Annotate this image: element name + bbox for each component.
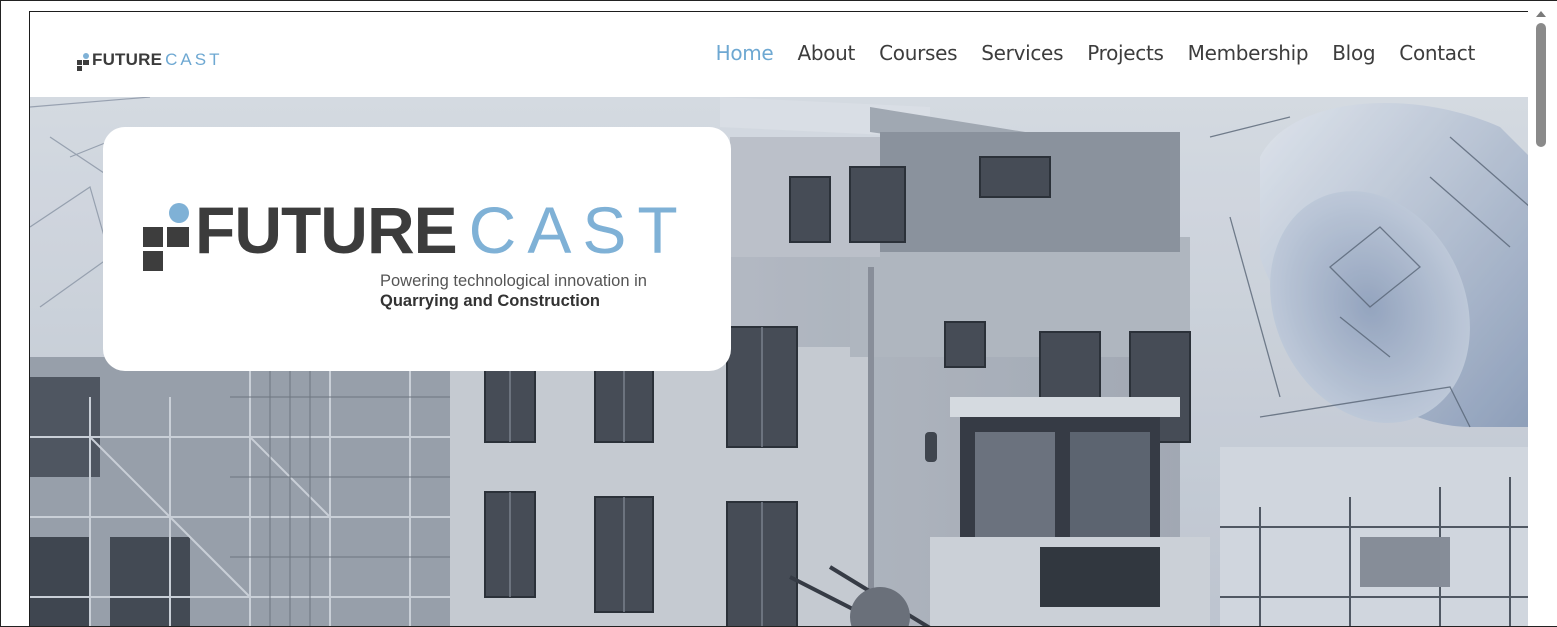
- nav-membership[interactable]: Membership: [1176, 40, 1321, 66]
- nav-about[interactable]: About: [785, 40, 867, 66]
- site-logo[interactable]: FUTURE CAST: [75, 44, 223, 71]
- page-scrollbar[interactable]: [1528, 11, 1557, 626]
- nav-services[interactable]: Services: [969, 40, 1075, 66]
- tagline-line-2: Quarrying and Construction: [380, 292, 601, 310]
- logo-mark-icon: [75, 48, 91, 71]
- scroll-thumb[interactable]: [1536, 23, 1546, 147]
- hero-logo: FUTURE CAST: [141, 197, 689, 281]
- nav-home[interactable]: Home: [704, 40, 786, 66]
- nav-projects[interactable]: Projects: [1075, 40, 1175, 66]
- main-nav: Home About Courses Services Projects Mem…: [704, 40, 1487, 66]
- nav-courses[interactable]: Courses: [867, 40, 969, 66]
- hero-logo-card: FUTURE CAST Powering technological innov…: [103, 127, 731, 371]
- nav-contact[interactable]: Contact: [1387, 40, 1487, 66]
- nav-blog[interactable]: Blog: [1320, 40, 1387, 66]
- hero-banner: FUTURE CAST Powering technological innov…: [29, 97, 1529, 626]
- site-header: FUTURE CAST Home About Courses Services …: [29, 11, 1529, 97]
- scroll-up-arrow-icon[interactable]: [1536, 11, 1546, 17]
- tagline-line-1: Powering technological innovation in: [380, 272, 647, 290]
- browser-viewport: FUTURE CAST Home About Courses Services …: [0, 0, 1557, 627]
- hero-logo-text-future: FUTURE: [195, 193, 458, 267]
- hero-tagline: Powering technological innovation in Qua…: [380, 271, 720, 311]
- logo-text-cast: CAST: [165, 50, 223, 69]
- logo-text-future: FUTURE: [92, 50, 163, 69]
- hero-logo-mark-icon: [141, 203, 197, 281]
- hero-logo-text-cast: CAST: [468, 193, 689, 267]
